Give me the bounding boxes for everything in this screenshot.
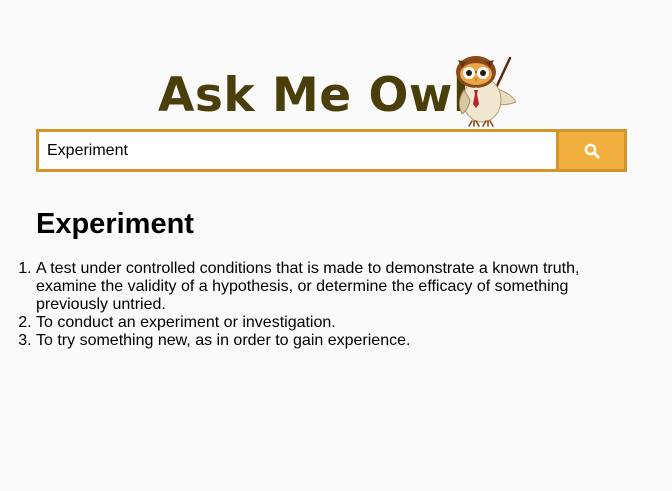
logo-text: Ask Me Owl	[158, 68, 470, 123]
owl-teacher-icon	[456, 56, 517, 127]
result-title: Experiment	[36, 208, 194, 240]
definition-item: To try something new, as in order to gai…	[36, 332, 596, 350]
search-bar	[36, 129, 627, 172]
search-icon	[584, 143, 600, 159]
definition-item: A test under controlled conditions that …	[36, 260, 596, 314]
page: Ask Me Owl Experiment Experiment 1. A te…	[0, 0, 672, 491]
logo[interactable]: Ask Me Owl	[158, 56, 528, 128]
definitions-list: A test under controlled conditions that …	[36, 260, 596, 350]
definition-item: To conduct an experiment or investigatio…	[36, 314, 596, 332]
search-input[interactable]	[36, 129, 556, 172]
search-button[interactable]	[556, 129, 627, 172]
